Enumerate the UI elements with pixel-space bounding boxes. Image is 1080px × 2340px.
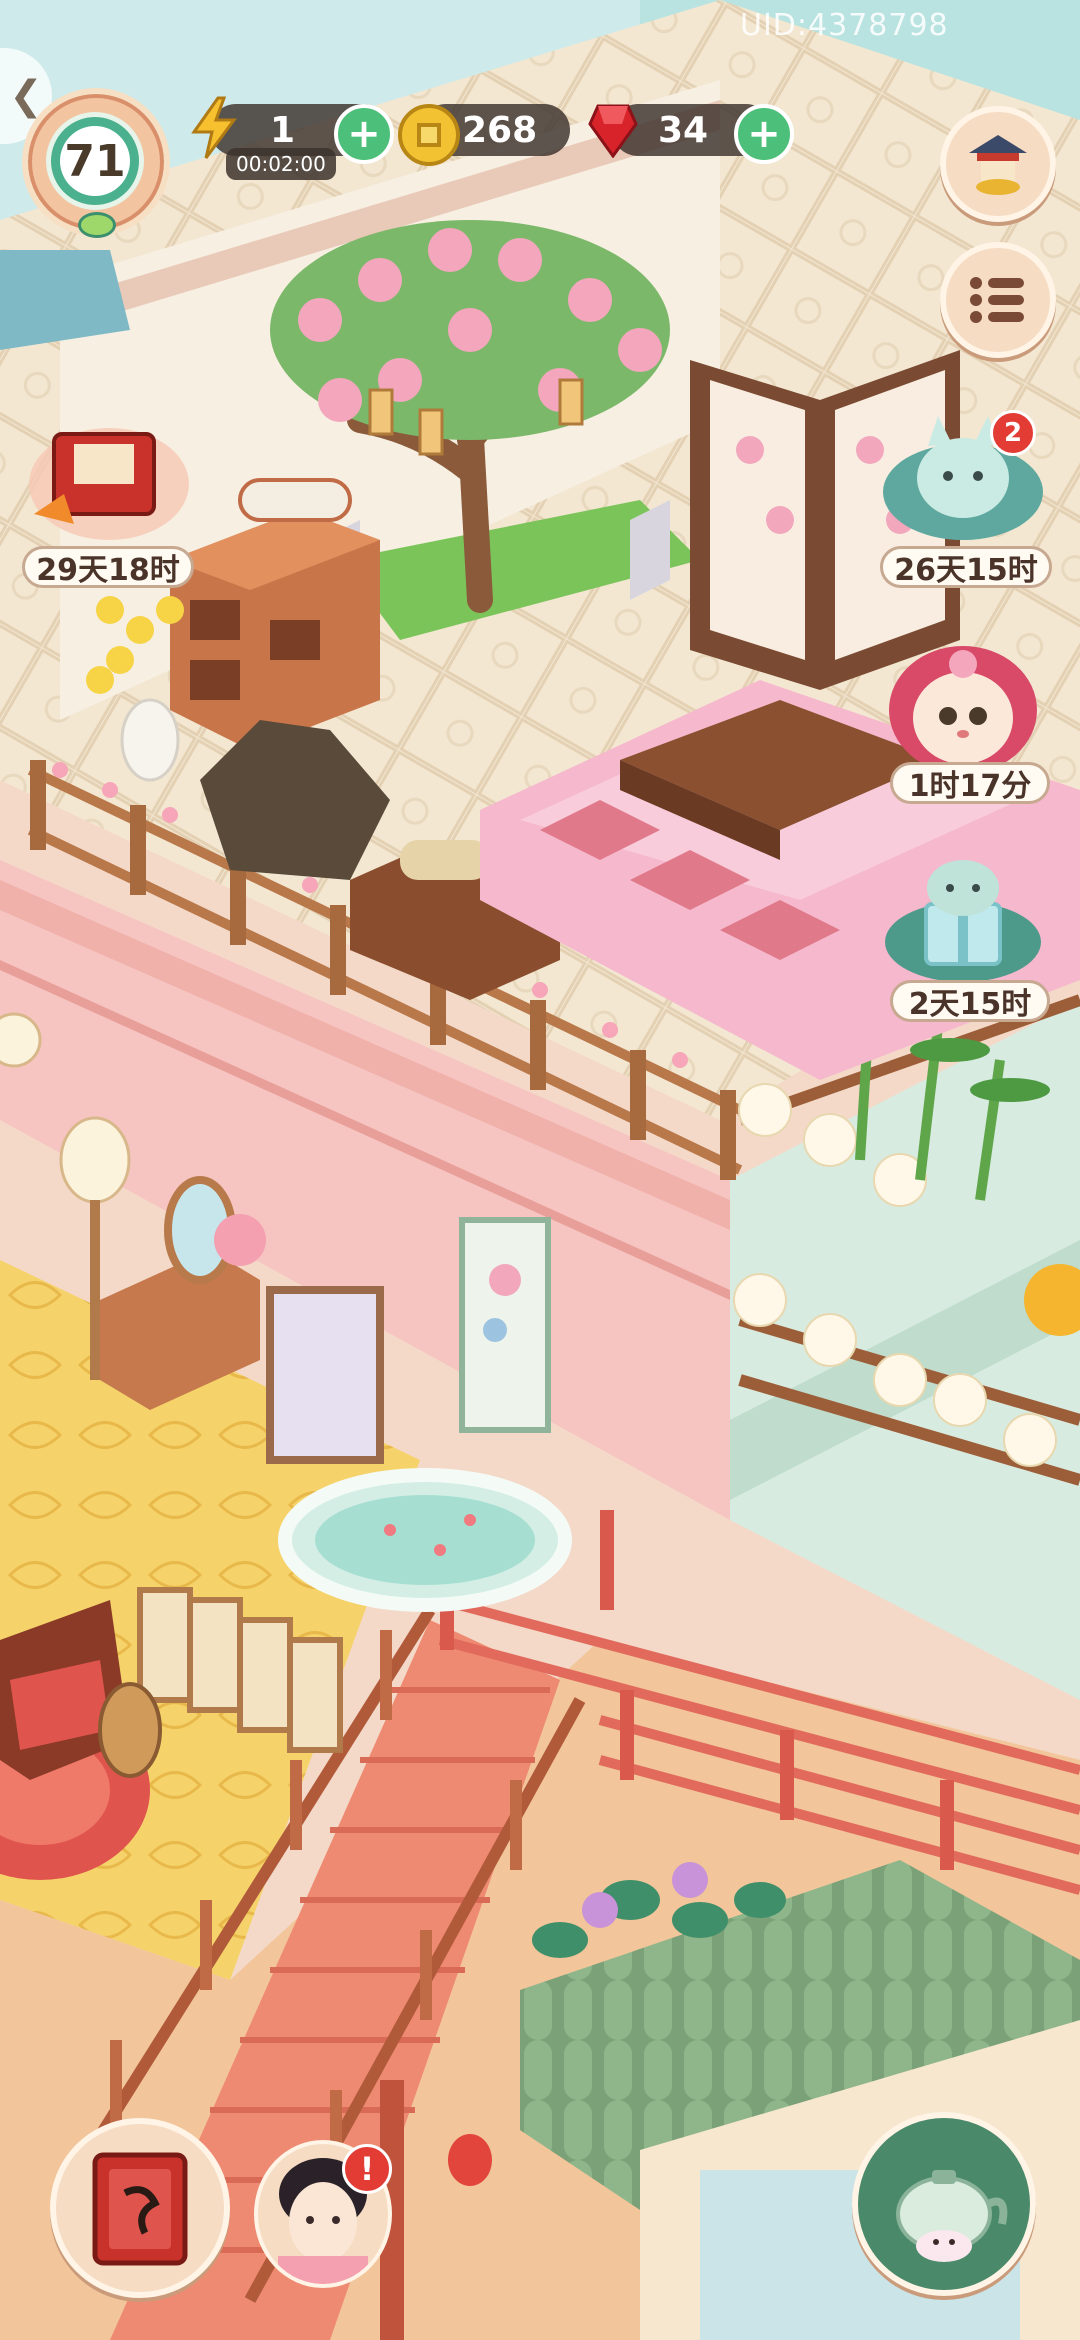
level-ring: 71 <box>46 112 144 210</box>
cat-hood-event-icon <box>889 646 1037 774</box>
journal-button[interactable] <box>50 2118 230 2298</box>
coin-icon <box>398 104 460 166</box>
gift-box-event-timer: 2天15时 <box>890 980 1050 1022</box>
cat-spring-event-timer: 26天15时 <box>880 546 1052 588</box>
add-gems-button[interactable]: + <box>734 104 794 164</box>
teapot-button[interactable] <box>852 2112 1036 2296</box>
coin-value: 268 <box>462 109 538 151</box>
scroll-event-timer: 29天18时 <box>22 546 194 588</box>
gift-box-cat-event-button[interactable] <box>878 846 1048 986</box>
chevron-left-icon: ❮ <box>9 73 43 119</box>
leaf-icon <box>78 212 116 238</box>
energy-value: 1 <box>270 109 296 151</box>
player-level-badge[interactable]: 71 <box>22 88 170 238</box>
red-gem-icon <box>588 104 638 158</box>
plus-icon: + <box>347 111 381 157</box>
energy-timer: 00:02:00 <box>226 148 336 180</box>
plus-icon: + <box>747 111 781 157</box>
scroll-book-event-icon <box>29 428 189 540</box>
menu-button[interactable] <box>940 242 1056 358</box>
teapot-icon <box>896 2170 1008 2262</box>
pavilion-icon <box>969 135 1027 195</box>
character-alert-badge: ! <box>342 2144 392 2194</box>
game-scene[interactable] <box>0 0 1080 2340</box>
scroll-event-button[interactable] <box>24 414 194 544</box>
gift-box-cat-event-icon <box>885 860 1041 982</box>
cat-hood-event-button[interactable] <box>878 634 1048 774</box>
red-book-icon <box>92 2152 188 2266</box>
player-level: 71 <box>60 126 130 196</box>
cat-hood-event-timer: 1时17分 <box>890 762 1050 804</box>
notification-badge: 2 <box>990 410 1036 456</box>
shop-pavilion-button[interactable] <box>940 106 1056 222</box>
uid-label: UID:4378798 <box>740 8 949 43</box>
add-energy-button[interactable]: + <box>334 104 394 164</box>
list-menu-icon <box>970 277 1024 323</box>
gem-value: 34 <box>658 109 709 151</box>
